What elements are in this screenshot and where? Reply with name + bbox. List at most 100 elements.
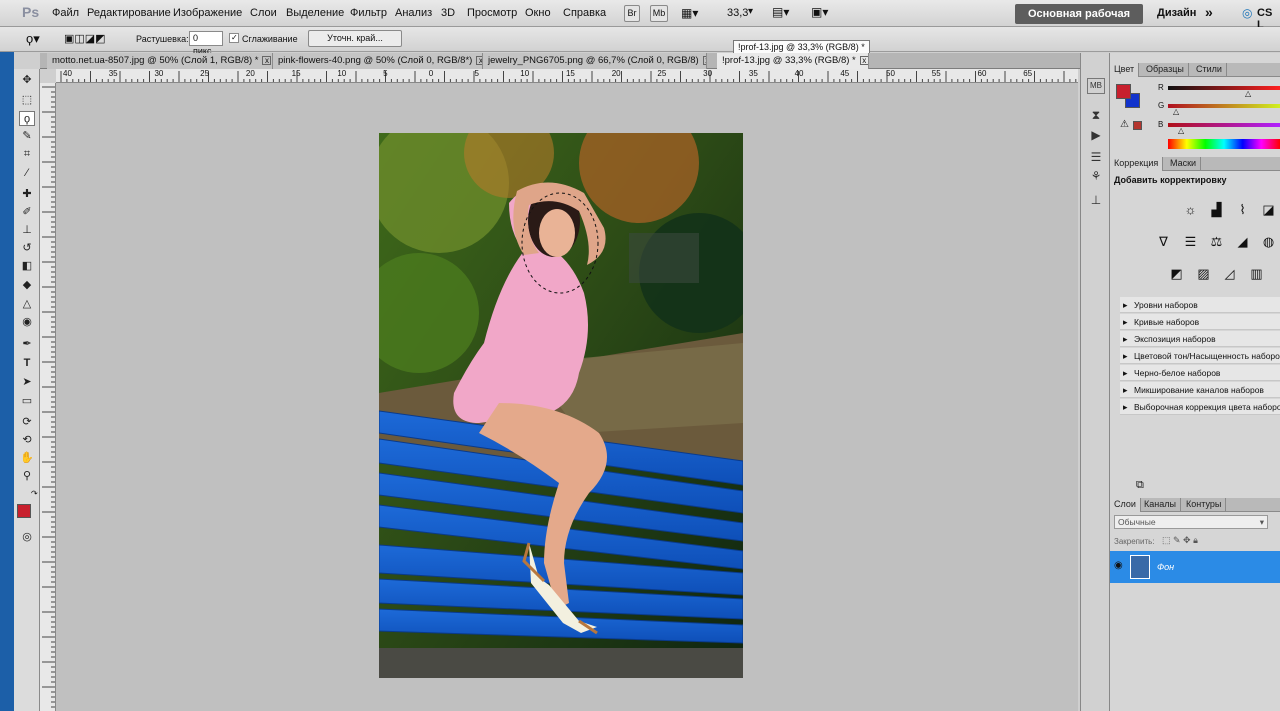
menu-select[interactable]: Выделение <box>286 7 344 19</box>
zoom-tool-icon[interactable]: ⚲ <box>19 469 35 484</box>
tab-jewelry[interactable]: jewelry_PNG6705.png @ 66,7% (Слой 0, RGB… <box>483 53 707 69</box>
dodge-tool-icon[interactable]: ◉ <box>19 315 35 330</box>
blur-tool-icon[interactable]: △ <box>19 297 35 312</box>
brush-tool-icon[interactable]: ✐ <box>19 205 35 220</box>
zoom-level[interactable]: 33,3 <box>727 7 748 19</box>
3d-rotate-tool-icon[interactable]: ⟳ <box>19 415 35 430</box>
r-slider-thumb[interactable]: △ <box>1245 89 1251 98</box>
preset-black-white[interactable]: Черно-белое наборов <box>1120 365 1280 381</box>
lasso-tool-icon[interactable]: ϙ <box>19 111 35 126</box>
path-selection-tool-icon[interactable]: ➤ <box>19 375 35 390</box>
clone-stamp-tool-icon[interactable]: ⊥ <box>19 223 35 238</box>
r-slider[interactable] <box>1168 86 1280 90</box>
tab-styles[interactable]: Стили <box>1192 63 1227 77</box>
quick-selection-tool-icon[interactable]: ✎ <box>19 129 35 144</box>
zoom-dropdown-icon[interactable]: ▾ <box>748 6 753 17</box>
menu-filter[interactable]: Фильтр <box>350 7 387 19</box>
brightness-contrast-icon[interactable]: ☼ <box>1182 201 1199 218</box>
layer-row-background[interactable]: ◉ Фон <box>1110 551 1280 583</box>
crop-tool-icon[interactable]: ⌗ <box>19 147 35 162</box>
tab-adjustments[interactable]: Коррекция <box>1110 157 1164 171</box>
arrange-documents-icon[interactable]: ▤▾ <box>772 5 789 19</box>
gamut-warning-icon[interactable]: ⚠ <box>1120 119 1129 130</box>
close-icon[interactable]: x <box>702 55 706 65</box>
black-white-icon[interactable]: ◢ <box>1234 233 1251 250</box>
close-icon[interactable]: x <box>476 55 482 65</box>
close-icon[interactable]: x <box>262 55 272 65</box>
actions-icon[interactable]: ▶ <box>1087 128 1105 144</box>
brush-presets-icon[interactable]: ☰ <box>1087 150 1105 166</box>
rectangle-tool-icon[interactable]: ▭ <box>19 394 35 409</box>
cs-live-icon[interactable]: ◎ <box>1242 6 1252 20</box>
mini-bridge-icon[interactable]: MB <box>1087 78 1105 94</box>
photo-filter-icon[interactable]: ◍ <box>1260 233 1277 250</box>
posterize-icon[interactable]: ▨ <box>1195 265 1212 282</box>
g-slider-thumb[interactable]: △ <box>1173 107 1179 116</box>
document-image[interactable] <box>379 133 743 678</box>
quick-mask-icon[interactable]: ◎ <box>19 530 35 545</box>
menu-help[interactable]: Справка <box>563 7 606 19</box>
levels-icon[interactable]: ▟ <box>1208 201 1225 218</box>
tab-paths[interactable]: Контуры <box>1182 498 1227 512</box>
tab-swatches[interactable]: Образцы <box>1142 63 1189 77</box>
feather-input[interactable]: 0 пикс. <box>189 31 223 56</box>
swap-colors-icon[interactable]: ↷ <box>31 489 38 498</box>
layer-name[interactable]: Фон <box>1157 562 1174 572</box>
color-spectrum-bar[interactable] <box>1168 139 1280 149</box>
tab-layers[interactable]: Слои <box>1110 498 1141 512</box>
spot-healing-tool-icon[interactable]: ✚ <box>19 187 35 202</box>
blend-mode-select[interactable]: Обычные ▾ <box>1114 515 1268 529</box>
tab-color[interactable]: Цвет <box>1110 63 1140 77</box>
history-brush-tool-icon[interactable]: ↺ <box>19 241 35 256</box>
tab-masks[interactable]: Маски <box>1166 157 1202 171</box>
menu-analysis[interactable]: Анализ <box>395 7 432 19</box>
workspace-essentials-button[interactable]: Основная рабочая среда <box>1015 4 1143 40</box>
gamut-color-swatch[interactable] <box>1133 121 1142 130</box>
curves-icon[interactable]: ⌇ <box>1234 201 1251 218</box>
threshold-icon[interactable]: ◿ <box>1221 265 1238 282</box>
eraser-tool-icon[interactable]: ◧ <box>19 259 35 274</box>
eyedropper-tool-icon[interactable]: ⁄ <box>19 166 35 181</box>
clip-to-layer-icon[interactable]: ⧉ <box>1136 479 1144 492</box>
menu-edit[interactable]: Редактирование <box>87 7 171 19</box>
b-slider-thumb[interactable]: △ <box>1178 126 1184 135</box>
screen-mode-icon[interactable]: ▣▾ <box>811 5 828 19</box>
gradient-map-icon[interactable]: ▥ <box>1248 265 1265 282</box>
preset-selective-color[interactable]: Выборочная коррекция цвета наборов <box>1120 399 1280 415</box>
preset-channel-mixer[interactable]: Микширование каналов наборов <box>1120 382 1280 398</box>
tool-presets-icon[interactable]: ⊥ <box>1087 193 1105 209</box>
g-slider[interactable] <box>1168 104 1280 108</box>
preset-levels[interactable]: Уровни наборов <box>1120 297 1280 313</box>
menu-view[interactable]: Просмотр <box>467 7 517 19</box>
menu-file[interactable]: Файл <box>52 7 79 19</box>
minibridge-button[interactable]: Mb <box>650 5 668 22</box>
workspace-design-button[interactable]: Дизайн <box>1157 7 1196 19</box>
exposure-icon[interactable]: ◪ <box>1260 201 1277 218</box>
tab-pink-flowers[interactable]: pink-flowers-40.png @ 50% (Слой 0, RGB/8… <box>273 53 483 69</box>
refine-edge-button[interactable]: Уточн. край... <box>308 30 402 47</box>
bridge-button[interactable]: Br <box>624 5 640 22</box>
tab-prof-13[interactable]: !prof-13.jpg @ 33,3% (RGB/8) * x <box>717 53 869 69</box>
lasso-tool-preset-icon[interactable]: ϙ▾ <box>26 31 40 47</box>
eye-icon[interactable]: ◉ <box>1114 560 1123 571</box>
preset-curves[interactable]: Кривые наборов <box>1120 314 1280 330</box>
more-workspaces-icon[interactable]: » <box>1205 4 1213 20</box>
move-tool-icon[interactable]: ✥ <box>19 73 35 88</box>
antialias-checkbox[interactable]: ✓ <box>229 33 239 43</box>
lock-icons[interactable]: ⬚ ✎ ✥ 🔒︎ <box>1162 535 1198 546</box>
preset-exposure[interactable]: Экспозиция наборов <box>1120 331 1280 347</box>
close-icon[interactable]: x <box>859 55 868 65</box>
color-panel-foreground[interactable] <box>1116 84 1131 99</box>
preset-hue-saturation[interactable]: Цветовой тон/Насыщенность наборов <box>1120 348 1280 364</box>
b-slider[interactable] <box>1168 123 1280 127</box>
menu-image[interactable]: Изображение <box>173 7 242 19</box>
tab-channels[interactable]: Каналы <box>1140 498 1181 512</box>
menu-layers[interactable]: Слои <box>250 7 277 19</box>
tab-motto[interactable]: motto.net.ua-8507.jpg @ 50% (Слой 1, RGB… <box>47 53 273 69</box>
hue-saturation-icon[interactable]: ☰ <box>1182 233 1199 250</box>
selection-mode-icons[interactable]: ▣◫◪◩ <box>64 32 106 45</box>
vibrance-icon[interactable]: ∇ <box>1155 233 1172 250</box>
color-balance-icon[interactable]: ⚖ <box>1208 233 1225 250</box>
type-tool-icon[interactable]: T <box>19 356 35 371</box>
view-extras-icon[interactable]: ▦▾ <box>681 6 698 20</box>
